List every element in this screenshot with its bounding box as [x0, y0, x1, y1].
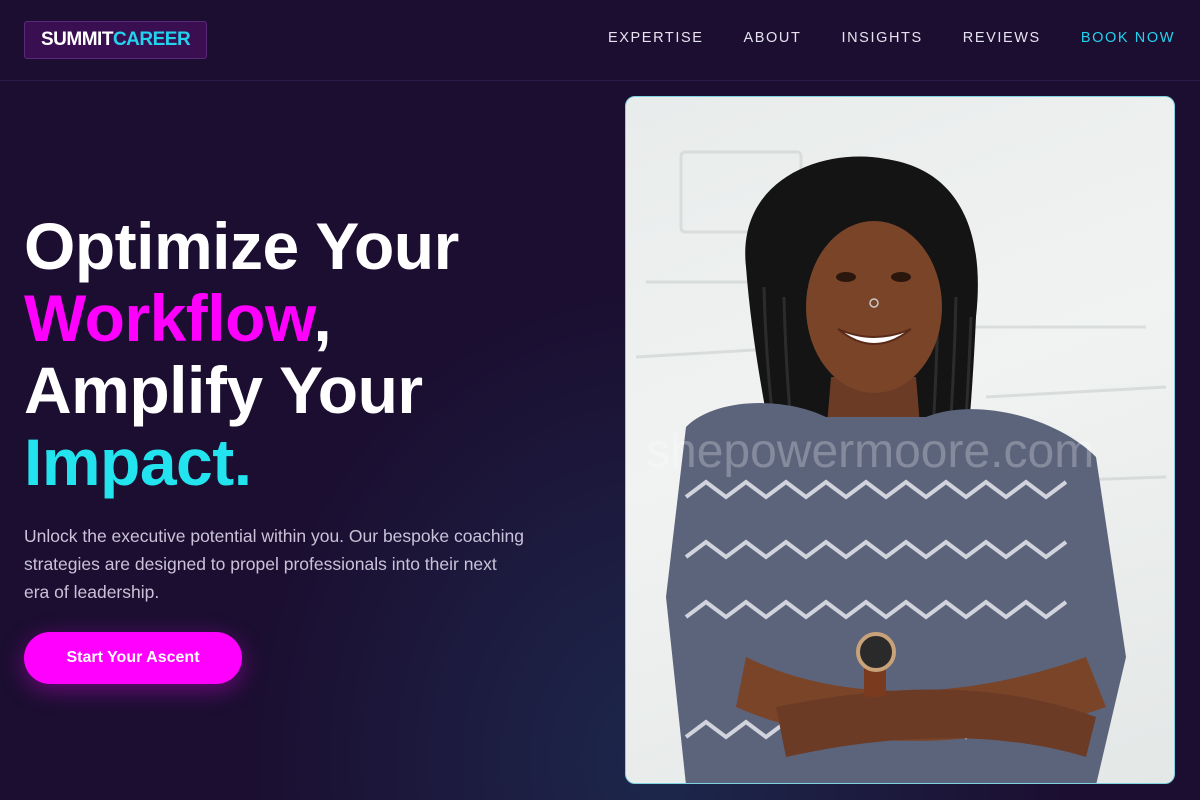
- headline-period: .: [233, 425, 252, 499]
- headline-line-1: Optimize Your: [24, 209, 459, 283]
- site-logo[interactable]: SUMMIT CAREER: [24, 21, 208, 59]
- headline-comma: ,: [313, 281, 332, 355]
- page: SUMMIT CAREER EXPERTISE ABOUT INSIGHTS RE…: [0, 0, 1200, 800]
- nav-link-reviews[interactable]: REVIEWS: [963, 28, 1041, 48]
- nav-link-insights[interactable]: INSIGHTS: [841, 28, 922, 48]
- main-nav: EXPERTISE ABOUT INSIGHTS REVIEWS BOOK NO…: [568, 28, 1175, 48]
- start-ascent-button[interactable]: Start Your Ascent: [24, 632, 242, 684]
- nav-link-expertise[interactable]: EXPERTISE: [608, 28, 704, 48]
- headline-line-3: Amplify Your: [24, 353, 423, 427]
- logo-text-career: CAREER: [112, 29, 191, 50]
- nav-link-book-now[interactable]: BOOK NOW: [1081, 28, 1175, 48]
- nav-link-about[interactable]: ABOUT: [744, 28, 802, 48]
- headline-highlight-impact: Impact: [24, 425, 234, 499]
- portrait-illustration: shepowermoore.com: [635, 150, 1167, 783]
- headline-line-2: Workflow,: [24, 282, 604, 354]
- hero-headline: Optimize Your Workflow, Amplify Your Imp…: [24, 210, 604, 498]
- headline-highlight-workflow: Workflow: [24, 281, 314, 355]
- headline-line-4: Impact.: [24, 426, 604, 498]
- hero-subtitle: Unlock the executive potential within yo…: [24, 526, 525, 602]
- site-header: SUMMIT CAREER EXPERTISE ABOUT INSIGHTS RE…: [0, 0, 1200, 81]
- logo-text-summit: SUMMIT: [41, 29, 113, 50]
- hero-photo: shepowermoore.com: [625, 96, 1175, 784]
- photo-watermark: shepowermoore.com: [646, 425, 1094, 478]
